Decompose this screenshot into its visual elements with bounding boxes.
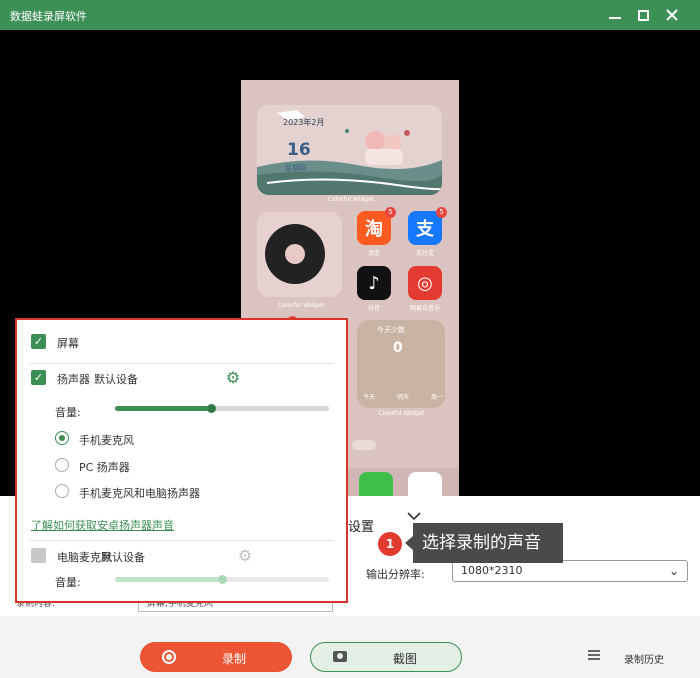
radio-label: 手机麦克风 <box>79 434 134 447</box>
record-icon <box>162 650 176 664</box>
settings-section-title: 设置 <box>348 520 375 535</box>
app-badge: 5 <box>385 207 396 218</box>
radio-phone-mic[interactable] <box>55 431 69 445</box>
app-name: 网易云音乐 <box>409 305 440 312</box>
app-glyph: ♪ <box>368 272 380 294</box>
app-alipay-icon: 支 5 <box>408 207 447 245</box>
record-button[interactable]: 录制 <box>140 642 292 672</box>
screenshot-button-label: 截图 <box>393 652 418 666</box>
close-button[interactable] <box>660 4 684 26</box>
resolution-select[interactable]: 1080*2310 ⌄ <box>452 560 688 582</box>
widget-day-label: 周一 <box>430 394 443 401</box>
app-name: 淘宝 <box>367 250 380 257</box>
resolution-value: 1080*2310 <box>461 564 523 577</box>
slider-fill <box>115 577 222 582</box>
mic-settings-button[interactable]: ⚙ <box>237 548 253 564</box>
record-widget <box>257 212 342 297</box>
callout-number-badge: 1 <box>378 532 402 556</box>
app-name: 抖音 <box>367 305 380 312</box>
app-name: 支付宝 <box>415 250 434 257</box>
slider-fill <box>115 406 212 411</box>
radio-pc-speaker[interactable] <box>55 458 69 472</box>
audio-settings-panel: ✓ 屏幕 ✓ 扬声器 默认设备 ⚙ 音量: 手机麦克风 PC 扬声器 手机麦克风… <box>15 318 348 603</box>
resolution-label: 输出分辨率: <box>366 568 425 581</box>
speaker-volume-label: 音量: <box>55 406 81 419</box>
radio-label: PC 扬声器 <box>79 461 130 474</box>
record-history-link[interactable]: 录制历史 <box>624 651 664 666</box>
gear-icon: ⚙ <box>225 368 241 387</box>
widget-day-label: 今天 <box>363 394 376 401</box>
chevron-down-icon: ⌄ <box>668 564 679 578</box>
slider-handle[interactable] <box>207 404 217 413</box>
slider-handle[interactable] <box>218 575 227 584</box>
speaker-label: 扬声器 <box>57 373 90 386</box>
help-link[interactable]: 了解如何获取安卓扬声器声音 <box>31 517 174 533</box>
app-netease-music-icon: ◎ <box>408 266 442 300</box>
screen-checkbox[interactable]: ✓ <box>31 334 46 349</box>
speaker-settings-button[interactable]: ⚙ <box>225 370 241 386</box>
history-list-icon[interactable] <box>588 650 600 662</box>
minimize-icon <box>609 17 621 19</box>
widget-label: Colorful Widget <box>277 302 325 309</box>
app-taobao-icon: 淘 5 <box>357 207 396 245</box>
speaker-checkbox[interactable]: ✓ <box>31 370 46 385</box>
mic-volume-label: 音量: <box>55 576 81 589</box>
speaker-device: 默认设备 <box>94 373 138 386</box>
camera-icon <box>333 651 347 662</box>
screen-label: 屏幕 <box>57 337 79 350</box>
widget-day: 16 <box>287 140 311 160</box>
page-dots <box>352 440 376 450</box>
widget-number: 0 <box>393 340 403 356</box>
callout-tooltip: 选择录制的声音 <box>405 523 563 563</box>
gear-icon: ⚙ <box>237 546 253 565</box>
widget-date: 2023年2月 <box>283 118 325 127</box>
divider <box>30 540 334 541</box>
minimize-button[interactable] <box>603 4 627 26</box>
app-glyph: ◎ <box>417 272 433 294</box>
widget-label: Colorful Widget <box>378 410 425 417</box>
widget-days: 今天 明天 周一 <box>363 392 443 401</box>
widget-weekday: 星期四 <box>285 164 306 172</box>
chevron-down-icon <box>407 512 421 521</box>
divider <box>30 363 334 364</box>
title-bar: 数据蛙录屏软件 <box>0 0 700 30</box>
app-badge: 5 <box>436 207 447 218</box>
mic-checkbox[interactable] <box>31 548 46 563</box>
widget-day-label: 明天 <box>396 394 409 401</box>
vinyl-record-icon <box>265 224 325 284</box>
record-button-label: 录制 <box>222 652 247 666</box>
speaker-volume-slider[interactable] <box>115 404 329 413</box>
calendar-widget: 2023年2月 16 星期四 <box>257 105 442 195</box>
app-douyin-icon: ♪ <box>357 266 391 300</box>
screenshot-button[interactable]: 截图 <box>310 642 462 672</box>
maximize-button[interactable] <box>631 4 655 26</box>
weather-widget: 今天少数 0 今天 明天 周一 <box>357 320 445 408</box>
widget-time: 今天少数 <box>377 326 405 334</box>
window-title: 数据蛙录屏软件 <box>10 10 87 23</box>
mic-volume-slider[interactable] <box>115 575 329 584</box>
radio-phone-mic-and-pc-speaker[interactable] <box>55 484 69 498</box>
radio-label: 手机麦克风和电脑扬声器 <box>79 487 200 500</box>
widget-label: Colorful Widget <box>327 196 375 203</box>
maximize-icon <box>637 9 649 21</box>
close-icon <box>666 9 678 21</box>
mic-device: 默认设备 <box>101 551 145 564</box>
